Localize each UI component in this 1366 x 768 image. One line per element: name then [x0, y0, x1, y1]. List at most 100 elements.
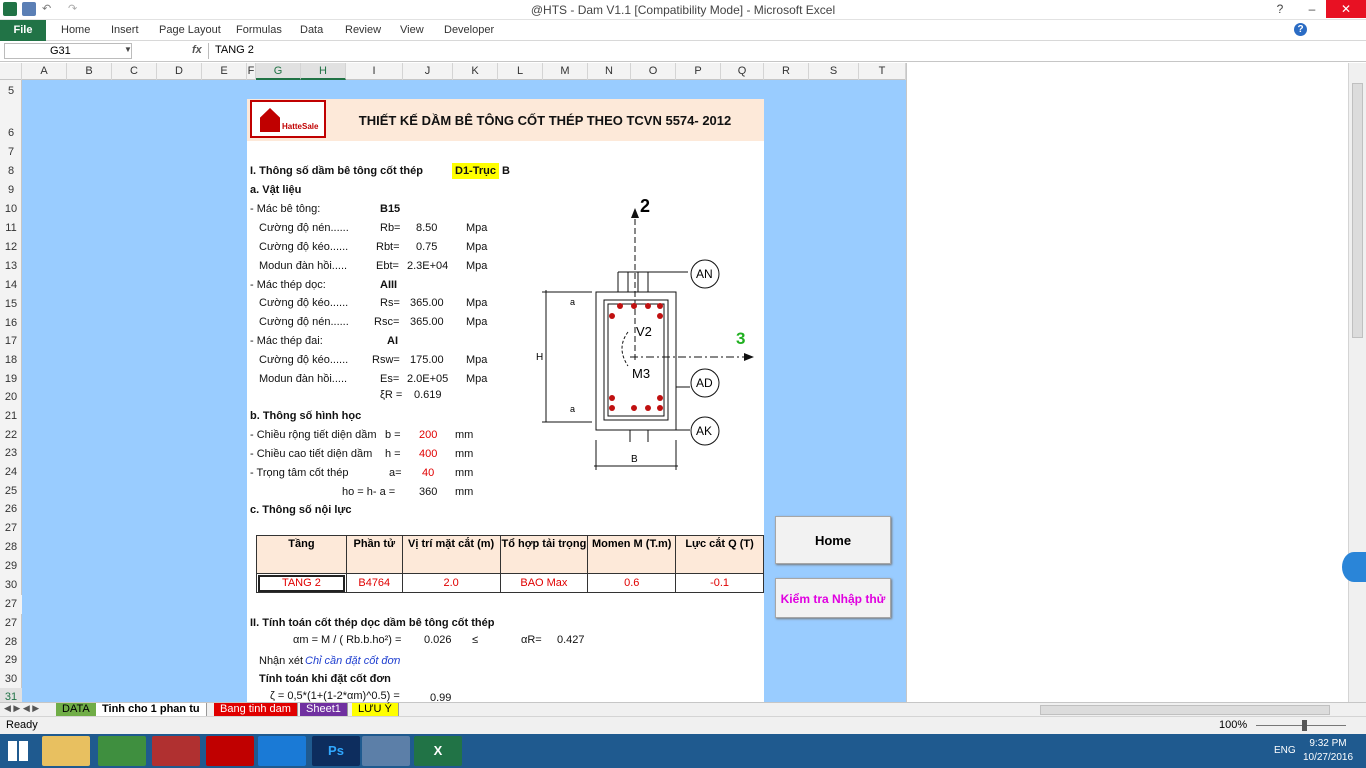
- row-header[interactable]: 28: [0, 633, 22, 652]
- column-header[interactable]: I: [346, 63, 403, 80]
- row-header[interactable]: 16: [0, 314, 22, 333]
- teamviewer-icon[interactable]: [258, 736, 306, 766]
- help-ribbon-icon[interactable]: ?: [1270, 0, 1290, 18]
- column-header[interactable]: E: [202, 63, 247, 80]
- worksheet-empty-area[interactable]: [906, 63, 1348, 702]
- column-header[interactable]: F: [247, 63, 256, 80]
- paint-icon[interactable]: [362, 736, 410, 766]
- row-header[interactable]: 29: [0, 651, 22, 670]
- cell-shear[interactable]: -0.1: [675, 573, 764, 593]
- row-header[interactable]: 5: [0, 82, 22, 101]
- row-header[interactable]: 13: [0, 257, 22, 276]
- long-steel-grade[interactable]: AIII: [380, 279, 397, 291]
- row-header[interactable]: 10: [0, 200, 22, 219]
- formula-input[interactable]: TANG 2: [208, 43, 1348, 59]
- tab-page-layout[interactable]: Page Layout: [159, 24, 221, 36]
- row-header[interactable]: 28: [0, 538, 22, 557]
- row-header[interactable]: 20: [0, 388, 22, 407]
- vertical-scrollbar[interactable]: [1348, 63, 1366, 702]
- name-box[interactable]: G31: [4, 43, 132, 59]
- select-all-corner[interactable]: [0, 63, 22, 80]
- column-header[interactable]: O: [631, 63, 676, 80]
- dropbox-icon[interactable]: [1342, 552, 1366, 582]
- input-language[interactable]: ENG: [1274, 745, 1296, 756]
- stirrup-grade[interactable]: AI: [387, 335, 398, 347]
- check-input-button[interactable]: Kiểm tra Nhập thử: [775, 578, 891, 618]
- column-header[interactable]: J: [403, 63, 453, 80]
- b-value[interactable]: 200: [419, 429, 437, 441]
- zoom-slider-thumb[interactable]: [1302, 720, 1307, 731]
- row-header[interactable]: 21: [0, 407, 22, 426]
- tab-developer[interactable]: Developer: [444, 24, 494, 36]
- sheet-nav-icon[interactable]: ◀ ▶ ◀ ▶: [4, 703, 39, 714]
- column-header[interactable]: P: [676, 63, 721, 80]
- row-header[interactable]: 30: [0, 670, 22, 689]
- tab-data[interactable]: Data: [300, 24, 323, 36]
- sheet-tab-bang-tinh-dam[interactable]: Bang tinh dam: [214, 703, 298, 717]
- autocad-icon[interactable]: [206, 736, 254, 766]
- row-header[interactable]: 18: [0, 351, 22, 370]
- photoshop-icon[interactable]: Ps: [312, 736, 360, 766]
- column-header[interactable]: S: [809, 63, 859, 80]
- cell-floor[interactable]: TANG 2: [256, 573, 347, 593]
- sheet-tab-sheet1[interactable]: Sheet1: [300, 703, 348, 717]
- row-header[interactable]: 8: [0, 162, 22, 181]
- cell-moment[interactable]: 0.6: [587, 573, 677, 593]
- zoom-slider[interactable]: [1256, 725, 1346, 726]
- beam-id[interactable]: D1-Trục: [452, 163, 499, 179]
- tab-review[interactable]: Review: [345, 24, 381, 36]
- row-header[interactable]: 19: [0, 370, 22, 389]
- tab-home[interactable]: Home: [61, 24, 90, 36]
- help-icon[interactable]: ?: [1294, 23, 1307, 36]
- row-header[interactable]: 30: [0, 576, 22, 595]
- name-box-dropdown-icon[interactable]: ▼: [124, 45, 132, 54]
- file-explorer-icon[interactable]: [42, 736, 90, 766]
- row-header[interactable]: 7: [0, 143, 22, 162]
- scroll-thumb[interactable]: [1352, 83, 1363, 338]
- row-header[interactable]: 29: [0, 557, 22, 576]
- cell-element[interactable]: B4764: [345, 573, 403, 593]
- column-header[interactable]: A: [22, 63, 67, 80]
- row-header[interactable]: 14: [0, 276, 22, 295]
- row-header[interactable]: 26: [0, 500, 22, 519]
- cell-section-pos[interactable]: 2.0: [401, 573, 501, 593]
- cell-load-combo[interactable]: BAO Max: [499, 573, 589, 593]
- row-header[interactable]: 27: [0, 614, 22, 633]
- close-button[interactable]: ✕: [1326, 0, 1366, 18]
- column-header[interactable]: M: [543, 63, 588, 80]
- row-header[interactable]: 17: [0, 332, 22, 351]
- tab-insert[interactable]: Insert: [111, 24, 139, 36]
- concrete-grade[interactable]: B15: [380, 203, 400, 215]
- cad-app-icon[interactable]: [98, 736, 146, 766]
- row-header[interactable]: 27: [0, 519, 22, 538]
- clock-date[interactable]: 10/27/2016: [1302, 752, 1354, 763]
- column-header[interactable]: R: [764, 63, 809, 80]
- row-header[interactable]: 9: [0, 181, 22, 200]
- column-header[interactable]: B: [67, 63, 112, 80]
- row-header[interactable]: 15: [0, 295, 22, 314]
- row-header[interactable]: 23: [0, 444, 22, 463]
- row-header[interactable]: 12: [0, 238, 22, 257]
- row-header[interactable]: 27: [0, 595, 22, 614]
- h-value[interactable]: 400: [419, 448, 437, 460]
- column-header[interactable]: T: [859, 63, 906, 80]
- horizontal-scrollbar[interactable]: [1040, 705, 1330, 715]
- row-header[interactable]: 25: [0, 482, 22, 501]
- clock-time[interactable]: 9:32 PM: [1308, 738, 1348, 749]
- column-header[interactable]: D: [157, 63, 202, 80]
- network-app-icon[interactable]: [152, 736, 200, 766]
- column-header[interactable]: C: [112, 63, 157, 80]
- home-button[interactable]: Home: [775, 516, 891, 564]
- tab-formulas[interactable]: Formulas: [236, 24, 282, 36]
- zoom-level[interactable]: 100%: [1219, 719, 1247, 731]
- column-header[interactable]: L: [498, 63, 543, 80]
- column-header-selected[interactable]: H: [301, 63, 346, 80]
- windows-start-icon[interactable]: [8, 741, 28, 761]
- tab-file[interactable]: File: [0, 20, 46, 41]
- column-header[interactable]: Q: [721, 63, 764, 80]
- tab-view[interactable]: View: [400, 24, 424, 36]
- column-header[interactable]: N: [588, 63, 631, 80]
- sheet-tab-data[interactable]: DATA: [56, 703, 97, 717]
- insert-function-icon[interactable]: fx: [192, 44, 202, 56]
- excel-taskbar-icon[interactable]: X: [414, 736, 462, 766]
